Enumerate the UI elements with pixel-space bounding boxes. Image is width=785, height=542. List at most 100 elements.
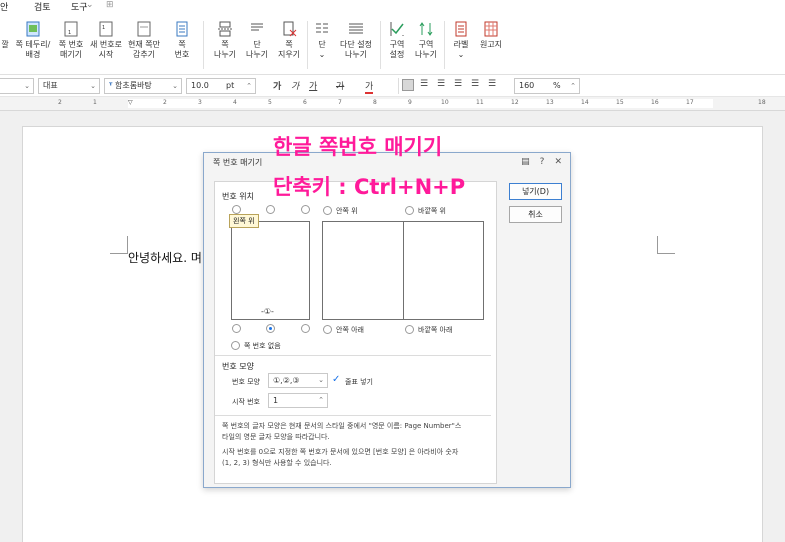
style-value: 대표 xyxy=(43,81,58,90)
chevron-down-icon: ⌄ xyxy=(318,376,324,384)
radio-inside-bottom[interactable] xyxy=(323,325,332,334)
ribbon-label: 감추기 xyxy=(132,50,156,59)
ribbon-column-break-button[interactable]: 단 나누기 xyxy=(242,21,272,73)
ribbon-label: 시작 xyxy=(98,50,114,59)
radio-right-top[interactable] xyxy=(301,205,310,214)
overlay-title: 한글 쪽번호 매기기 xyxy=(273,135,443,159)
ribbon: 깔 쪽 테두리/ 배경 1 쪽 번호 매기기 1 새 번호로 시작 현재 쪽만 … xyxy=(0,13,785,75)
start-number-label: 시작 번호 xyxy=(232,398,260,406)
ribbon-label: 배경 xyxy=(25,50,41,59)
ribbon-label: 구역 xyxy=(389,40,405,49)
dialog-menu-icon[interactable]: ▤ xyxy=(521,157,530,167)
align-distribute-icon[interactable]: ☰ xyxy=(471,79,479,89)
ruler-tick: 6 xyxy=(303,99,307,106)
section-divider xyxy=(215,415,491,416)
ribbon-border-background-button[interactable]: 쪽 테두리/ 배경 xyxy=(14,21,52,73)
ribbon-label: 깔 xyxy=(1,40,9,49)
ribbon-label: 원고지 xyxy=(479,40,503,49)
ruler-tick: 1 xyxy=(93,99,97,106)
facing-page-preview-right xyxy=(403,221,484,320)
menu-item-review[interactable]: 검토 xyxy=(34,0,51,13)
inside-bottom-label: 안쪽 아래 xyxy=(336,326,364,334)
ruler-tick: 18 xyxy=(758,99,766,106)
ribbon-page-break-button[interactable]: 쪽 나누기 xyxy=(210,21,240,73)
italic-button[interactable]: 가 xyxy=(291,79,299,92)
ribbon-manuscript-button[interactable]: 원고지 xyxy=(476,21,506,73)
ribbon-page-number-button[interactable]: 1 쪽 번호 매기기 xyxy=(55,21,87,73)
ribbon-paper-button[interactable]: 깔 xyxy=(0,21,10,73)
column-break-icon xyxy=(251,23,263,31)
ruler-tick: 2 xyxy=(163,99,167,106)
columns-icon xyxy=(316,23,328,33)
prev-dropdown[interactable]: ⌄ xyxy=(0,78,34,94)
font-size-select[interactable]: 10.0 pt ⌃ xyxy=(186,78,256,94)
ribbon-delete-page-button[interactable]: 쪽 지우기 xyxy=(274,21,304,73)
radio-right-bottom[interactable] xyxy=(301,324,310,333)
radio-left-top[interactable] xyxy=(232,205,241,214)
ribbon-page-numbering-button[interactable]: 쪽 번호 xyxy=(168,21,196,73)
strikethrough-button[interactable]: 가 xyxy=(336,79,344,92)
dash-checkbox[interactable]: ✓ xyxy=(332,375,342,385)
svg-text:1: 1 xyxy=(102,25,105,31)
ribbon-section-break-button[interactable]: 구역 나누기 xyxy=(412,21,440,73)
ribbon-hide-page-button[interactable]: 현재 쪽만 감추기 xyxy=(126,21,162,73)
align-divide-icon[interactable]: ☰ xyxy=(488,79,496,89)
document-text[interactable]: 안녕하세요. 며 xyxy=(128,249,202,266)
cancel-button[interactable]: 취소 xyxy=(509,206,562,223)
chevron-down-icon: ⌄ xyxy=(457,50,465,59)
font-color-button[interactable]: 가 xyxy=(365,79,374,94)
style-select[interactable]: 대표 ⌄ xyxy=(38,78,100,94)
ribbon-section-setup-button[interactable]: 구역 설정 xyxy=(384,21,410,73)
ribbon-label: 설정 xyxy=(389,50,405,59)
dialog-title-icons: ▤? ✕ xyxy=(511,157,562,167)
section-divider xyxy=(215,355,491,356)
align-right-icon[interactable]: ☰ xyxy=(454,79,462,89)
chevron-down-icon: ⌄ xyxy=(318,50,326,59)
radio-center-top[interactable] xyxy=(266,205,275,214)
ribbon-divider xyxy=(307,21,308,69)
ribbon-label-button[interactable]: 라벨 ⌄ xyxy=(450,21,472,73)
start-number-input[interactable]: 1 ⌃ xyxy=(268,393,328,408)
radio-center-bottom[interactable] xyxy=(266,324,275,333)
underline-button[interactable]: 가 xyxy=(309,79,317,92)
radio-inside-top[interactable] xyxy=(323,206,332,215)
radio-no-number[interactable] xyxy=(231,341,240,350)
bold-button[interactable]: 가 xyxy=(273,79,281,92)
horizontal-ruler[interactable]: 2 1 ▽ 2 3 4 5 6 7 8 9 10 11 12 13 14 15 … xyxy=(0,97,785,111)
ribbon-new-number-button[interactable]: 1 새 번호로 시작 xyxy=(89,21,123,73)
align-justify-icon[interactable] xyxy=(402,79,414,91)
ribbon-divider xyxy=(380,21,381,69)
note-line: 시작 번호를 0으로 지정한 쪽 번호가 문서에 있으면 [번호 모양] 은 아… xyxy=(222,448,459,456)
ruler-tick: 4 xyxy=(233,99,237,106)
radio-left-bottom[interactable] xyxy=(232,324,241,333)
align-left-icon[interactable]: ☰ xyxy=(420,79,428,89)
hide-page-icon xyxy=(137,21,151,37)
font-size-value: 10.0 xyxy=(191,81,209,90)
ruler-tick: 15 xyxy=(616,99,624,106)
insert-button[interactable]: 넣기(D) xyxy=(509,183,562,200)
shape-section-label: 번호 모양 xyxy=(222,362,254,371)
radio-outside-top[interactable] xyxy=(405,206,414,215)
shape-label: 번호 모양 xyxy=(232,378,260,386)
menu-item-view[interactable]: 안 xyxy=(0,0,8,13)
dash-label: 줄표 넣기 xyxy=(345,378,373,386)
close-icon[interactable]: ✕ xyxy=(554,157,562,167)
ruler-tick: 11 xyxy=(476,99,484,106)
ruler-indent-marker[interactable]: ▽ xyxy=(128,99,133,106)
ribbon-multi-column-button[interactable]: 다단 설정 나누기 xyxy=(336,21,376,73)
align-center-icon[interactable]: ☰ xyxy=(437,79,445,89)
outside-top-label: 바깥쪽 위 xyxy=(418,207,446,215)
help-icon[interactable]: ? xyxy=(540,157,545,167)
ribbon-columns-button[interactable]: 단 ⌄ xyxy=(310,21,334,73)
ruler-tick: 12 xyxy=(511,99,519,106)
toolbar-extra-icon[interactable]: ⊞ xyxy=(106,0,114,10)
chevron-down-icon[interactable]: ⌄ xyxy=(86,0,94,10)
font-select[interactable]: ᵀ 함초롬바탕 ⌄ xyxy=(104,78,182,94)
radio-outside-bottom[interactable] xyxy=(405,325,414,334)
position-section-label: 번호 위치 xyxy=(222,192,254,201)
ribbon-label: 매기기 xyxy=(59,50,83,59)
number-shape-select[interactable]: ①,②,③ ⌄ xyxy=(268,373,328,388)
line-spacing-select[interactable]: 160% ⌃ xyxy=(514,78,580,94)
ribbon-divider xyxy=(444,21,445,69)
facing-page-preview-left xyxy=(322,221,404,320)
